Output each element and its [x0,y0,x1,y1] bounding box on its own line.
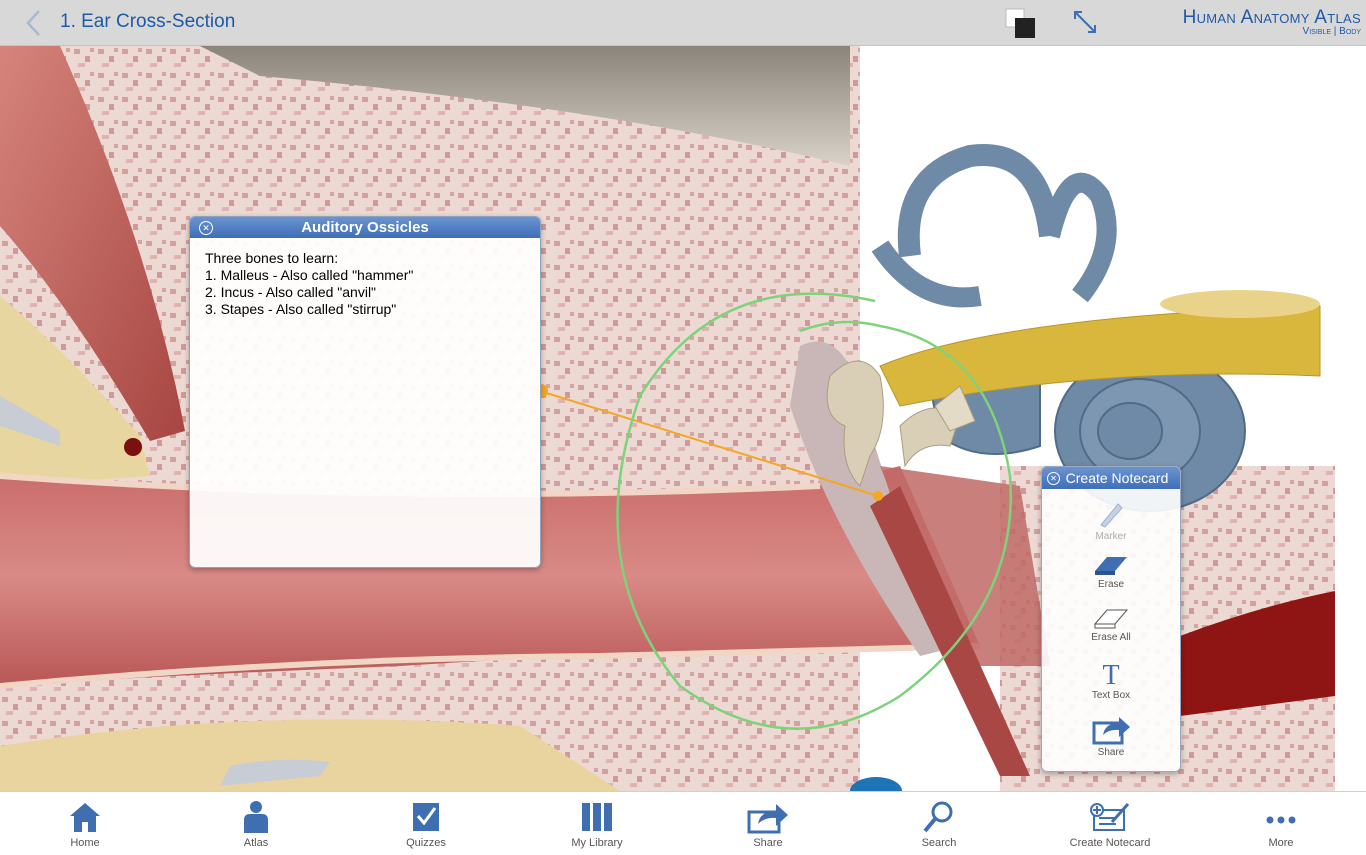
popup-body[interactable]: Three bones to learn: 1. Malleus - Also … [190,238,540,330]
tab-label: Atlas [243,837,269,849]
text-icon: T [1102,660,1119,688]
fullscreen-button[interactable] [1070,7,1100,37]
tab-label: Search [921,837,957,849]
layers-button[interactable] [1003,6,1037,40]
tab-home[interactable]: Home [25,800,145,849]
home-icon [70,803,100,832]
chevron-left-icon [26,10,40,36]
page-title: 1. Ear Cross-Section [60,11,236,32]
svg-text:T: T [1102,660,1119,688]
popup-line: 1. Malleus - Also called "hammer" [205,267,414,283]
erase-all-tool[interactable]: Erase All [1042,604,1180,643]
eraser-icon [1095,557,1127,575]
share-icon [747,804,788,834]
tool-label: Erase [1097,579,1125,590]
tab-label: More [1268,837,1294,849]
tab-label: Home [70,837,100,849]
tool-label: Text Box [1091,690,1131,701]
search-icon [923,801,953,833]
erase-tool[interactable]: Erase [1042,551,1180,590]
back-button[interactable] [22,8,48,38]
close-icon[interactable]: ✕ [199,221,213,235]
share-icon [1092,717,1130,745]
tab-my-library[interactable]: My Library [537,800,657,849]
popup-line: Three bones to learn: [205,250,339,266]
tool-label: Marker [1095,531,1127,542]
tool-label: Erase All [1091,632,1131,643]
popup-line: 2. Incus - Also called "anvil" [205,284,377,300]
popup-line: 3. Stapes - Also called "stirrup" [205,301,397,317]
layers-icon [1005,8,1035,38]
person-icon [244,801,268,833]
text-box-tool[interactable]: T Text Box [1042,660,1180,701]
tab-label: My Library [571,837,623,849]
tab-share[interactable]: Share [708,800,828,849]
tab-label: Create Notecard [1069,837,1151,849]
notecard-header: ✕ Create Notecard [1042,467,1180,489]
tab-more[interactable]: More [1221,800,1341,849]
close-icon[interactable]: ✕ [1047,472,1060,485]
create-notecard-panel: ✕ Create Notecard Marker Erase Erase All… [1041,466,1181,772]
notecard-icon [1090,803,1130,831]
tab-label: Share [753,837,783,849]
tab-atlas[interactable]: Atlas [196,800,316,849]
marker-icon [1100,503,1123,528]
brand-logo: Human Anatomy Atlas Visible | Body [1183,7,1361,37]
tab-search[interactable]: Search [879,800,999,849]
tab-create-notecard[interactable]: Create Notecard [1050,800,1170,849]
marker-tool[interactable]: Marker [1042,499,1180,542]
tool-label: Share [1097,747,1125,758]
top-bar: 1. Ear Cross-Section Human Anatomy Atlas… [0,0,1366,46]
checkbox-icon [413,803,439,831]
tab-quizzes[interactable]: Quizzes [366,800,486,849]
notecard-title: Create Notecard [1065,470,1169,486]
popup-title: Auditory Ossicles [301,219,429,236]
expand-icon [1074,11,1096,33]
library-icon [582,803,612,831]
more-icon [1266,816,1296,824]
bottom-tab-bar: Home Atlas Quizzes My Library Share Sear… [0,791,1366,855]
eraser-outline-icon [1093,609,1129,629]
tab-label: Quizzes [406,837,446,849]
popup-header: ✕ Auditory Ossicles [190,217,540,238]
auditory-ossicles-popup: ✕ Auditory Ossicles Three bones to learn… [189,216,541,568]
share-tool[interactable]: Share [1042,713,1180,758]
